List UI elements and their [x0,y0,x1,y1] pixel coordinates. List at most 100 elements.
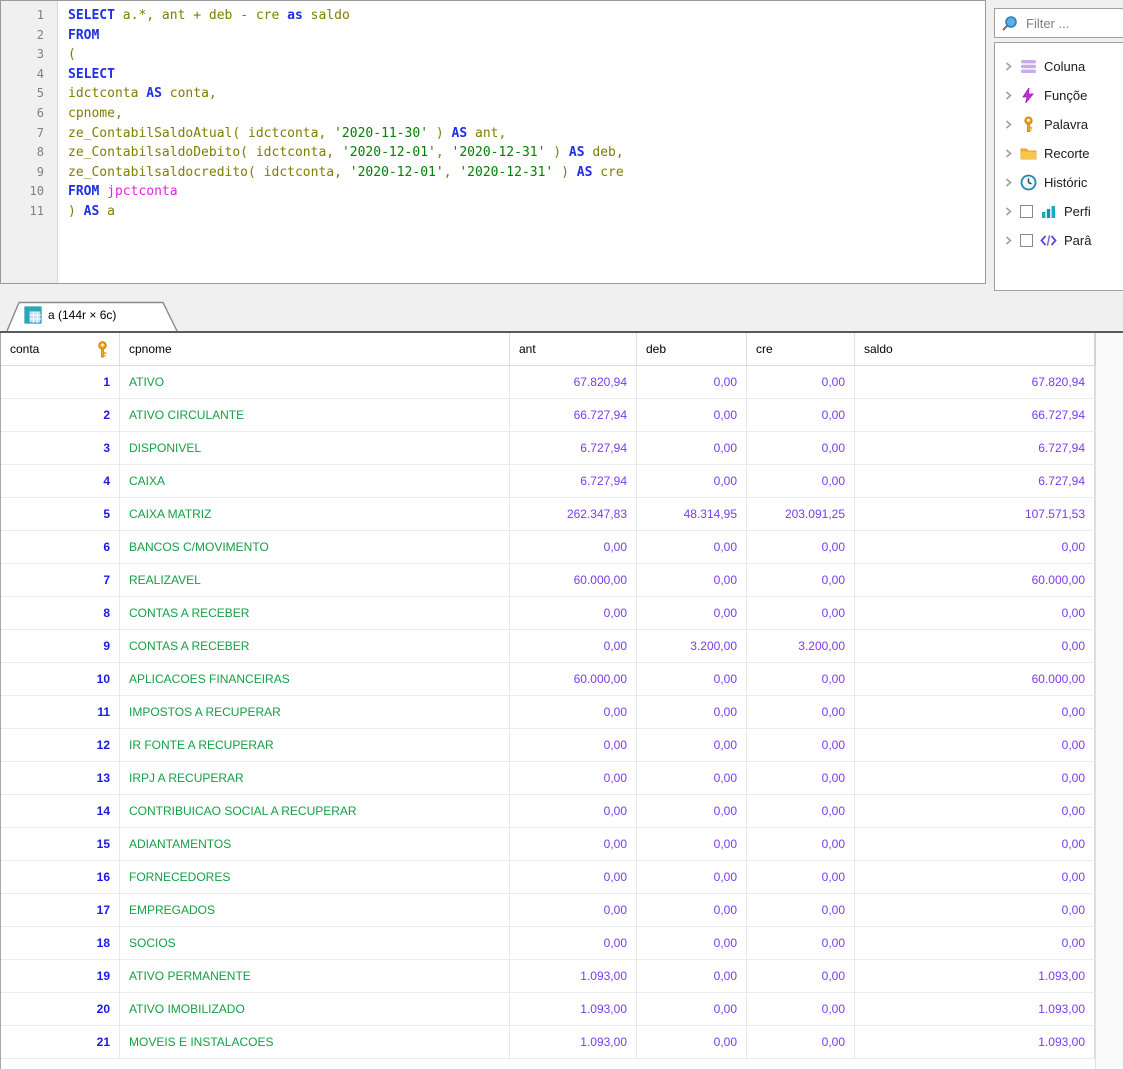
cell-ant[interactable]: 0,00 [510,861,637,893]
cell-deb[interactable]: 0,00 [637,663,747,695]
cell-cre[interactable]: 0,00 [747,894,855,926]
tree-item-keywords[interactable]: Palavra [995,110,1123,139]
cell-saldo[interactable]: 67.820,94 [855,366,1095,398]
cell-ant[interactable]: 0,00 [510,597,637,629]
cell-conta[interactable]: 4 [1,465,120,497]
table-row[interactable]: 2ATIVO CIRCULANTE66.727,940,000,0066.727… [1,399,1096,432]
column-header-cpnome[interactable]: cpnome [120,333,510,365]
cell-saldo[interactable]: 60.000,00 [855,663,1095,695]
cell-deb[interactable]: 0,00 [637,861,747,893]
table-row[interactable]: 11IMPOSTOS A RECUPERAR0,000,000,000,00 [1,696,1096,729]
cell-conta[interactable]: 1 [1,366,120,398]
cell-deb[interactable]: 0,00 [637,927,747,959]
cell-saldo[interactable]: 0,00 [855,597,1095,629]
table-row[interactable]: 20ATIVO IMOBILIZADO1.093,000,000,001.093… [1,993,1096,1026]
cell-cpnome[interactable]: CONTAS A RECEBER [120,630,510,662]
cell-conta[interactable]: 16 [1,861,120,893]
cell-ant[interactable]: 0,00 [510,729,637,761]
cell-conta[interactable]: 7 [1,564,120,596]
cell-ant[interactable]: 0,00 [510,630,637,662]
cell-saldo[interactable]: 0,00 [855,630,1095,662]
table-row[interactable]: 13IRPJ A RECUPERAR0,000,000,000,00 [1,762,1096,795]
cell-conta[interactable]: 19 [1,960,120,992]
cell-saldo[interactable]: 0,00 [855,927,1095,959]
cell-cpnome[interactable]: FORNECEDORES [120,861,510,893]
cell-conta[interactable]: 8 [1,597,120,629]
cell-cre[interactable]: 0,00 [747,564,855,596]
cell-cre[interactable]: 0,00 [747,993,855,1025]
cell-cre[interactable]: 0,00 [747,597,855,629]
table-row[interactable]: 10APLICACOES FINANCEIRAS60.000,000,000,0… [1,663,1096,696]
cell-deb[interactable]: 0,00 [637,729,747,761]
sql-editor[interactable]: 1234567891011 SELECT a.*, ant + deb - cr… [0,0,986,284]
cell-conta[interactable]: 18 [1,927,120,959]
cell-saldo[interactable]: 0,00 [855,696,1095,728]
cell-ant[interactable]: 0,00 [510,762,637,794]
cell-conta[interactable]: 15 [1,828,120,860]
cell-deb[interactable]: 0,00 [637,828,747,860]
cell-ant[interactable]: 1.093,00 [510,1026,637,1058]
code-line[interactable]: idctconta AS conta, [68,84,985,104]
cell-conta[interactable]: 3 [1,432,120,464]
cell-ant[interactable]: 6.727,94 [510,432,637,464]
table-row[interactable]: 4CAIXA6.727,940,000,006.727,94 [1,465,1096,498]
table-row[interactable]: 16FORNECEDORES0,000,000,000,00 [1,861,1096,894]
tree-item-functions[interactable]: Funçõe [995,81,1123,110]
cell-cre[interactable]: 0,00 [747,432,855,464]
code-line[interactable]: ze_Contabilsaldocredito( idctconta, '202… [68,163,985,183]
cell-deb[interactable]: 0,00 [637,564,747,596]
code-line[interactable]: FROM [68,26,985,46]
cell-deb[interactable]: 0,00 [637,762,747,794]
cell-conta[interactable]: 9 [1,630,120,662]
chevron-right-icon[interactable] [1004,178,1013,187]
cell-cpnome[interactable]: IMPOSTOS A RECUPERAR [120,696,510,728]
cell-conta[interactable]: 11 [1,696,120,728]
cell-saldo[interactable]: 1.093,00 [855,1026,1095,1058]
cell-cpnome[interactable]: CONTRIBUICAO SOCIAL A RECUPERAR [120,795,510,827]
chevron-right-icon[interactable] [1004,120,1013,129]
chevron-right-icon[interactable] [1004,207,1013,216]
cell-deb[interactable]: 48.314,95 [637,498,747,530]
code-line[interactable]: SELECT [68,65,985,85]
cell-saldo[interactable]: 107.571,53 [855,498,1095,530]
column-header-cre[interactable]: cre [747,333,855,365]
cell-cre[interactable]: 0,00 [747,795,855,827]
cell-cpnome[interactable]: EMPREGADOS [120,894,510,926]
code-line[interactable]: ze_ContabilSaldoAtual( idctconta, '2020-… [68,124,985,144]
tree-item-snippets[interactable]: Recorte [995,139,1123,168]
cell-saldo[interactable]: 66.727,94 [855,399,1095,431]
cell-cre[interactable]: 0,00 [747,762,855,794]
cell-saldo[interactable]: 0,00 [855,828,1095,860]
cell-conta[interactable]: 14 [1,795,120,827]
cell-ant[interactable]: 66.727,94 [510,399,637,431]
code-line[interactable]: ( [68,45,985,65]
cell-cre[interactable]: 0,00 [747,927,855,959]
table-row[interactable]: 3DISPONIVEL6.727,940,000,006.727,94 [1,432,1096,465]
cell-cpnome[interactable]: CAIXA MATRIZ [120,498,510,530]
column-header-ant[interactable]: ant [510,333,637,365]
cell-ant[interactable]: 67.820,94 [510,366,637,398]
cell-ant[interactable]: 60.000,00 [510,564,637,596]
cell-deb[interactable]: 0,00 [637,1026,747,1058]
cell-saldo[interactable]: 0,00 [855,861,1095,893]
table-row[interactable]: 8CONTAS A RECEBER0,000,000,000,00 [1,597,1096,630]
cell-saldo[interactable]: 0,00 [855,795,1095,827]
cell-cpnome[interactable]: BANCOS C/MOVIMENTO [120,531,510,563]
table-row[interactable]: 9CONTAS A RECEBER0,003.200,003.200,000,0… [1,630,1096,663]
cell-deb[interactable]: 3.200,00 [637,630,747,662]
cell-deb[interactable]: 0,00 [637,399,747,431]
table-row[interactable]: 18SOCIOS0,000,000,000,00 [1,927,1096,960]
column-header-deb[interactable]: deb [637,333,747,365]
chevron-right-icon[interactable] [1004,236,1013,245]
cell-cre[interactable]: 0,00 [747,531,855,563]
cell-cpnome[interactable]: MOVEIS E INSTALACOES [120,1026,510,1058]
result-tab[interactable]: a (144r × 6c) [6,301,178,331]
column-header-saldo[interactable]: saldo [855,333,1095,365]
chevron-right-icon[interactable] [1004,149,1013,158]
cell-cpnome[interactable]: ATIVO PERMANENTE [120,960,510,992]
cell-deb[interactable]: 0,00 [637,432,747,464]
cell-ant[interactable]: 0,00 [510,927,637,959]
cell-deb[interactable]: 0,00 [637,597,747,629]
chevron-right-icon[interactable] [1004,91,1013,100]
code-line[interactable]: SELECT a.*, ant + deb - cre as saldo [68,6,985,26]
